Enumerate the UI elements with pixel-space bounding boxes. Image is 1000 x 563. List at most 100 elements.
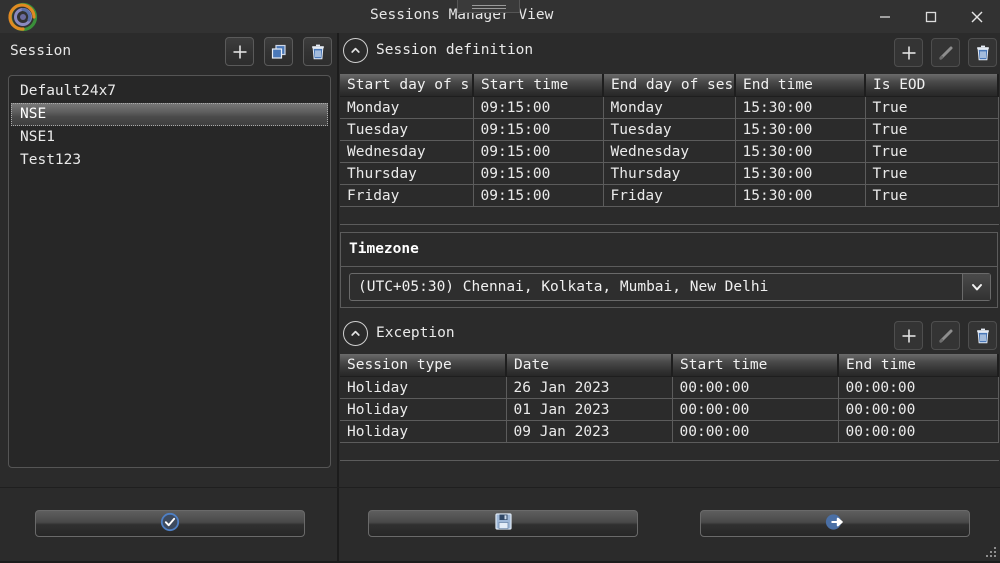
save-button[interactable]: [368, 510, 638, 537]
timezone-select[interactable]: (UTC+05:30) Chennai, Kolkata, Mumbai, Ne…: [349, 273, 991, 301]
panel-divider: [337, 33, 339, 563]
table-header-row: Start day of s Start time End day of ses…: [340, 74, 999, 97]
delete-session-button[interactable]: [303, 37, 332, 66]
column-header[interactable]: Date: [506, 354, 673, 377]
cell: [340, 206, 473, 225]
window-drag-handle[interactable]: [457, 0, 520, 13]
cell: Wednesday: [603, 140, 736, 163]
copy-session-button[interactable]: [264, 37, 293, 66]
session-list[interactable]: Default24x7 NSE NSE1 Test123: [8, 75, 331, 468]
cell: 01 Jan 2023: [506, 398, 673, 421]
table-row[interactable]: Wednesday 09:15:00 Wednesday 15:30:00 Tr…: [340, 140, 999, 163]
cell: Monday: [340, 96, 474, 119]
delete-definition-button[interactable]: [968, 38, 997, 67]
list-item[interactable]: Test123: [11, 149, 328, 172]
delete-exception-button[interactable]: [968, 321, 997, 350]
column-header[interactable]: Start time: [672, 354, 839, 377]
cell: Friday: [603, 184, 736, 207]
divider: [341, 266, 997, 267]
plus-icon: [902, 46, 915, 59]
edit-exception-button[interactable]: [931, 321, 960, 350]
maximize-icon[interactable]: [908, 0, 954, 33]
cell: [506, 442, 672, 461]
cell: [865, 206, 998, 225]
table-filler-row: [340, 442, 998, 461]
trash-icon: [976, 328, 989, 343]
plus-icon: [233, 45, 246, 58]
cell: True: [865, 118, 999, 141]
timezone-label: Timezone: [349, 241, 419, 257]
chevron-down-icon[interactable]: [962, 274, 990, 300]
title-bar: Sessions Manager View: [0, 0, 1000, 33]
cell: 15:30:00: [735, 184, 866, 207]
column-header[interactable]: End time: [735, 74, 866, 97]
cell: [340, 442, 506, 461]
table-row[interactable]: Holiday 09 Jan 2023 00:00:00 00:00:00: [340, 420, 999, 443]
spiral-logo-icon: [8, 2, 38, 32]
timezone-value: (UTC+05:30) Chennai, Kolkata, Mumbai, Ne…: [358, 279, 769, 295]
check-circle-icon: [160, 512, 180, 536]
table-row[interactable]: Tuesday 09:15:00 Tuesday 15:30:00 True: [340, 118, 999, 141]
exit-button[interactable]: [700, 510, 970, 537]
list-item[interactable]: NSE1: [11, 126, 328, 149]
column-header[interactable]: Start day of s: [340, 74, 474, 97]
column-header[interactable]: Start time: [473, 74, 604, 97]
exception-header: Exception: [340, 316, 1000, 352]
cell: True: [865, 96, 999, 119]
exception-table[interactable]: Session type Date Start time End time Ho…: [340, 354, 999, 461]
table-row[interactable]: Friday 09:15:00 Friday 15:30:00 True: [340, 184, 999, 207]
edit-definition-button[interactable]: [931, 38, 960, 67]
cell: Holiday: [340, 398, 507, 421]
cell: True: [865, 184, 999, 207]
cell: Thursday: [340, 162, 474, 185]
cell: Tuesday: [340, 118, 474, 141]
column-header[interactable]: End day of ses: [603, 74, 736, 97]
cell: Tuesday: [603, 118, 736, 141]
cell: 00:00:00: [672, 398, 839, 421]
list-item[interactable]: NSE: [11, 103, 328, 126]
cell: Wednesday: [340, 140, 474, 163]
cell: 15:30:00: [735, 96, 866, 119]
cell: Holiday: [340, 376, 507, 399]
cell: 00:00:00: [672, 420, 839, 443]
chevron-up-icon[interactable]: [343, 38, 368, 63]
table-row[interactable]: Thursday 09:15:00 Thursday 15:30:00 True: [340, 162, 999, 185]
close-icon[interactable]: [954, 0, 1000, 33]
table-row[interactable]: Monday 09:15:00 Monday 15:30:00 True: [340, 96, 999, 119]
session-definition-title: Session definition: [376, 42, 534, 58]
cell: [735, 206, 865, 225]
table-header-row: Session type Date Start time End time: [340, 354, 999, 377]
cell: 09:15:00: [473, 118, 604, 141]
cell: 00:00:00: [838, 376, 999, 399]
add-session-button[interactable]: [225, 37, 254, 66]
cell: 09:15:00: [473, 96, 604, 119]
session-definition-header: Session definition: [340, 33, 1000, 69]
cell: [603, 206, 735, 225]
resize-grip[interactable]: [984, 547, 997, 560]
add-exception-button[interactable]: [894, 321, 923, 350]
cell: 26 Jan 2023: [506, 376, 673, 399]
exception-toolbar: [894, 321, 997, 350]
ok-button[interactable]: [35, 510, 305, 537]
table-row[interactable]: Holiday 01 Jan 2023 00:00:00 00:00:00: [340, 398, 999, 421]
cell: Monday: [603, 96, 736, 119]
session-definition-table[interactable]: Start day of s Start time End day of ses…: [340, 74, 999, 225]
cell: [838, 442, 998, 461]
column-header[interactable]: Is EOD: [865, 74, 999, 97]
table-row[interactable]: Holiday 26 Jan 2023 00:00:00 00:00:00: [340, 376, 999, 399]
chevron-up-icon[interactable]: [343, 321, 368, 346]
column-header[interactable]: End time: [838, 354, 999, 377]
window-controls: [862, 0, 1000, 33]
session-definition-toolbar: [894, 38, 997, 67]
floppy-disk-icon: [494, 512, 513, 535]
list-item[interactable]: Default24x7: [11, 80, 328, 103]
cell: 00:00:00: [672, 376, 839, 399]
session-panel-label: Session: [10, 43, 72, 59]
plus-icon: [902, 329, 915, 342]
cell: 15:30:00: [735, 118, 866, 141]
minimize-icon[interactable]: [862, 0, 908, 33]
cell: 00:00:00: [838, 420, 999, 443]
session-toolbar: [225, 37, 332, 66]
add-definition-button[interactable]: [894, 38, 923, 67]
column-header[interactable]: Session type: [340, 354, 507, 377]
